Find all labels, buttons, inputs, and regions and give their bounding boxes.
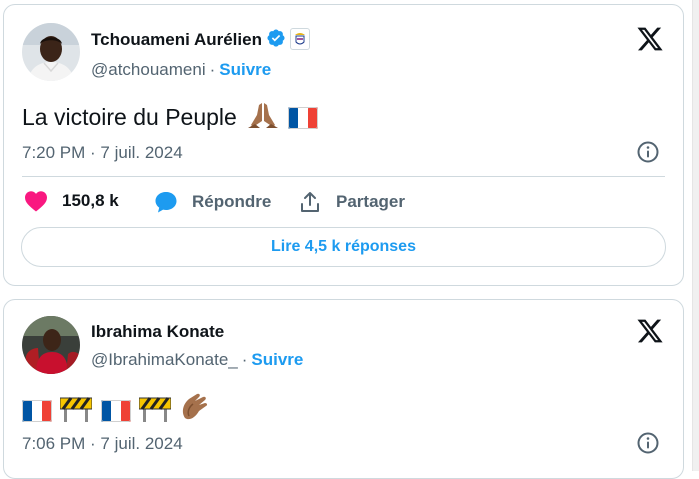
author-handle-line: @atchouameni · Suivre xyxy=(91,60,271,80)
x-logo-icon[interactable] xyxy=(636,25,664,53)
avatar[interactable] xyxy=(22,316,80,374)
share-label: Partager xyxy=(336,192,405,211)
reply-bubble-icon xyxy=(155,192,177,213)
follow-button[interactable]: Suivre xyxy=(251,350,303,369)
share-button[interactable]: Partager xyxy=(298,190,405,214)
construction-barrier-emoji xyxy=(60,397,93,422)
clapping-hands-emoji xyxy=(182,393,207,420)
author-name[interactable]: Tchouameni Aurélien xyxy=(91,28,310,50)
flag-france-emoji xyxy=(287,107,318,129)
read-replies-label: Lire 4,5 k réponses xyxy=(271,238,416,255)
author-name-text: Ibrahima Konate xyxy=(91,322,225,341)
verified-badge-icon xyxy=(267,29,285,47)
follow-button[interactable]: Suivre xyxy=(219,60,271,79)
reply-label: Répondre xyxy=(192,192,272,211)
tweet-card-2: Ibrahima Konate @IbrahimaKonate_ · Suivre … xyxy=(3,299,684,479)
like-count: 150,8 k xyxy=(62,191,119,210)
tweet-timestamp[interactable]: 7:20 PM · 7 juil. 2024 xyxy=(22,143,183,163)
flag-france-emoji xyxy=(22,400,52,422)
author-handle[interactable]: @atchouameni xyxy=(91,60,206,79)
author-handle-line: @IbrahimaKonate_ · Suivre xyxy=(91,350,303,370)
reply-button[interactable]: Répondre xyxy=(154,190,271,214)
divider xyxy=(22,176,665,177)
avatar[interactable] xyxy=(22,23,80,81)
like-button[interactable]: 150,8 k xyxy=(24,190,119,212)
flag-france-emoji xyxy=(100,400,131,422)
heart-icon xyxy=(25,191,47,212)
x-logo-icon[interactable] xyxy=(636,317,664,345)
author-name-text: Tchouameni Aurélien xyxy=(91,30,262,49)
tweet-text-content: La victoire du Peuple xyxy=(22,104,237,130)
separator-dot: · xyxy=(209,60,216,79)
author-name[interactable]: Ibrahima Konate xyxy=(91,322,224,342)
tweet-text xyxy=(22,392,211,424)
tweet-card-1: Tchouameni Aurélien @atchouameni · Suivre … xyxy=(3,4,684,286)
read-replies-button[interactable]: Lire 4,5 k réponses xyxy=(21,227,666,267)
share-icon xyxy=(301,192,319,212)
real-madrid-crest-icon xyxy=(289,28,310,50)
separator-dot: · xyxy=(241,350,248,369)
author-handle[interactable]: @IbrahimaKonate_ xyxy=(91,350,238,369)
info-icon[interactable] xyxy=(636,140,660,164)
info-icon[interactable] xyxy=(636,431,660,455)
construction-barrier-emoji xyxy=(139,397,172,422)
folded-hands-emoji xyxy=(248,103,279,128)
window-edge xyxy=(692,0,699,471)
tweet-timestamp[interactable]: 7:06 PM · 7 juil. 2024 xyxy=(22,434,183,454)
tweet-text: La victoire du Peuple xyxy=(22,101,318,131)
